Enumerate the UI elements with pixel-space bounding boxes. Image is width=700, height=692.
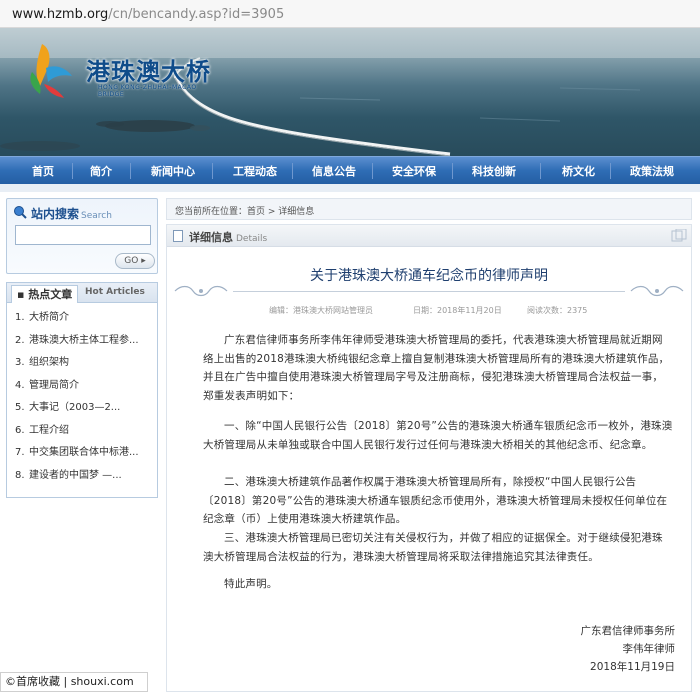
hot-article-title: 组织架构 — [29, 357, 69, 368]
hot-article-num: 5. — [15, 402, 25, 413]
title-divider — [233, 291, 625, 292]
search-title-text: 站内搜索 — [31, 207, 80, 221]
hot-article-num: 6. — [15, 424, 25, 436]
nav-divider — [610, 163, 611, 179]
nav-intro[interactable]: 简介 — [90, 163, 112, 179]
details-header-text: 详细信息 — [189, 231, 233, 244]
site-logo[interactable]: 港珠澳大桥 HONG KONG-ZHUHAI-MACAO BRIDGE — [20, 38, 220, 102]
nav-divider — [212, 163, 213, 179]
hot-article-title: 大事记（2003—2... — [29, 402, 121, 413]
source-watermark: ©首席收藏 | shouxi.com — [0, 672, 148, 692]
logo-mark-icon — [30, 44, 72, 98]
article-paragraph: 特此声明。 — [224, 578, 278, 590]
corner-decoration-icon — [671, 229, 687, 242]
browser-url-bar[interactable]: www.hzmb.org/cn/bencandy.asp?id=3905 — [0, 0, 700, 28]
document-icon — [173, 230, 183, 242]
signature-firm: 广东君信律师事务所 — [580, 625, 676, 637]
nav-bridge-culture[interactable]: 桥文化 — [562, 163, 595, 179]
hot-article-item[interactable]: 1. 大桥简介 — [7, 307, 157, 330]
main-nav: 首页 简介 新闻中心 工程动态 信息公告 安全环保 科技创新 桥文化 政策法规 — [0, 156, 700, 184]
article-panel: 详细信息 Details 关于港珠澳大桥通车纪念币的律师声明 编辑：港珠澳大桥网站… — [166, 224, 692, 692]
search-title-en: Search — [81, 211, 112, 221]
site-search-panel: 站内搜索 Search GO ▸ — [6, 198, 158, 274]
hot-articles-header: ▪ 热点文章 Hot Articles — [7, 283, 157, 303]
nav-divider — [372, 163, 373, 179]
hot-article-num: 2. — [15, 334, 25, 346]
hot-article-num: 1. — [15, 312, 25, 323]
hot-article-num: 4. — [15, 379, 25, 391]
nav-announcements[interactable]: 信息公告 — [312, 163, 356, 179]
nav-news-center[interactable]: 新闻中心 — [151, 163, 195, 179]
hot-article-item[interactable]: 4. 管理局简介 — [7, 375, 157, 398]
search-title: 站内搜索 Search — [31, 205, 112, 222]
article-paragraph: 二、港珠澳大桥建筑作品著作权属于港珠澳大桥管理局所有，除授权“中国人民银行公告〔… — [203, 476, 668, 525]
article-title: 关于港珠澳大桥通车纪念币的律师声明 — [310, 268, 548, 284]
nav-home[interactable]: 首页 — [32, 163, 54, 179]
article-paragraph: 三、港珠澳大桥管理局已密切关注有关侵权行为，并做了相应的证据保全。对于继续侵犯港… — [203, 532, 663, 563]
logo-text: 港珠澳大桥 — [86, 57, 211, 86]
hot-article-item[interactable]: 7. 中交集团联合体中标港... — [7, 442, 157, 465]
go-label: GO — [124, 256, 139, 266]
logo-subtitle: HONG KONG-ZHUHAI-MACAO BRIDGE — [98, 84, 197, 98]
hot-article-item[interactable]: 2. 港珠澳大桥主体工程参... — [7, 330, 157, 353]
breadcrumb-prefix: 您当前所在位置： — [175, 207, 248, 217]
nav-safety[interactable]: 安全环保 — [392, 163, 436, 179]
nav-divider — [72, 163, 73, 179]
url-text[interactable]: www.hzmb.org/cn/bencandy.asp?id=3905 — [12, 7, 284, 22]
breadcrumb-current: 详细信息 — [278, 207, 315, 217]
nav-subbar — [0, 184, 700, 192]
hot-article-title: 大桥简介 — [29, 312, 69, 323]
hot-article-num: 7. — [15, 447, 25, 458]
search-icon — [14, 206, 27, 219]
article-paragraph: 一、除“中国人民银行公告〔2018〕第20号”公告的港珠澳大桥通车银质纪念币一枚… — [203, 420, 673, 451]
url-path: /cn/bencandy.asp?id=3905 — [108, 7, 285, 22]
header-banner: 港珠澳大桥 HONG KONG-ZHUHAI-MACAO BRIDGE — [0, 28, 700, 156]
details-header-title: 详细信息 Details — [189, 229, 267, 245]
hot-article-item[interactable]: 8. 建设者的中国梦 —... — [7, 465, 157, 488]
article-editor: 编辑：港珠澳大桥网站管理员 — [269, 306, 373, 315]
hot-articles-title: 热点文章 — [28, 288, 73, 301]
nav-divider — [452, 163, 453, 179]
hot-article-title: 建设者的中国梦 —... — [29, 469, 122, 481]
nav-innovation[interactable]: 科技创新 — [472, 163, 516, 179]
ornament-right-icon — [630, 285, 684, 297]
details-header: 详细信息 Details — [167, 225, 691, 247]
hot-article-item[interactable]: 3. 组织架构 — [7, 352, 157, 375]
hot-article-num: 3. — [15, 357, 25, 368]
article-paragraph: 广东君信律师事务所李伟年律师受港珠澳大桥管理局的委托，代表港珠澳大桥管理局就近期… — [203, 334, 670, 402]
nav-divider — [292, 163, 293, 179]
hot-article-title: 中交集团联合体中标港... — [29, 447, 139, 458]
details-header-en: Details — [236, 234, 268, 244]
hot-articles-tab[interactable]: ▪ 热点文章 — [11, 285, 79, 303]
breadcrumb-separator: > — [265, 207, 279, 217]
url-host: www.hzmb.org — [12, 7, 109, 22]
search-go-button[interactable]: GO ▸ — [115, 253, 155, 269]
nav-divider — [130, 163, 131, 179]
ornament-left-icon — [174, 285, 228, 297]
hot-articles-list: 1. 大桥简介 2. 港珠澳大桥主体工程参... 3. 组织架构 4. 管理局简介 5.… — [7, 307, 157, 487]
hot-article-title: 港珠澳大桥主体工程参... — [29, 334, 139, 346]
hot-article-title: 管理局简介 — [29, 379, 79, 391]
hot-article-num: 8. — [15, 469, 25, 481]
nav-policy[interactable]: 政策法规 — [630, 163, 674, 179]
hot-article-item[interactable]: 5. 大事记（2003—2... — [7, 397, 157, 420]
hot-articles-title-en: Hot Articles — [85, 287, 145, 297]
breadcrumb-text: 您当前所在位置：首页 > 详细信息 — [175, 204, 314, 217]
breadcrumb-home-link[interactable]: 首页 — [247, 207, 265, 217]
breadcrumb: 您当前所在位置：首页 > 详细信息 — [166, 198, 692, 220]
hot-articles-panel: ▪ 热点文章 Hot Articles 1. 大桥简介 2. 港珠澳大桥主体工程参.… — [6, 282, 158, 498]
hot-article-title: 工程介绍 — [29, 424, 69, 436]
article-views: 阅读次数：2375 — [527, 306, 588, 315]
hot-article-item[interactable]: 6. 工程介绍 — [7, 420, 157, 443]
article-date: 日期：2018年11月20日 — [413, 306, 502, 315]
signature-lawyer: 李伟年律师 — [622, 643, 676, 655]
nav-project-updates[interactable]: 工程动态 — [233, 163, 277, 179]
nav-divider — [540, 163, 541, 179]
search-input[interactable] — [15, 225, 151, 245]
signature-date: 2018年11月19日 — [590, 661, 675, 673]
